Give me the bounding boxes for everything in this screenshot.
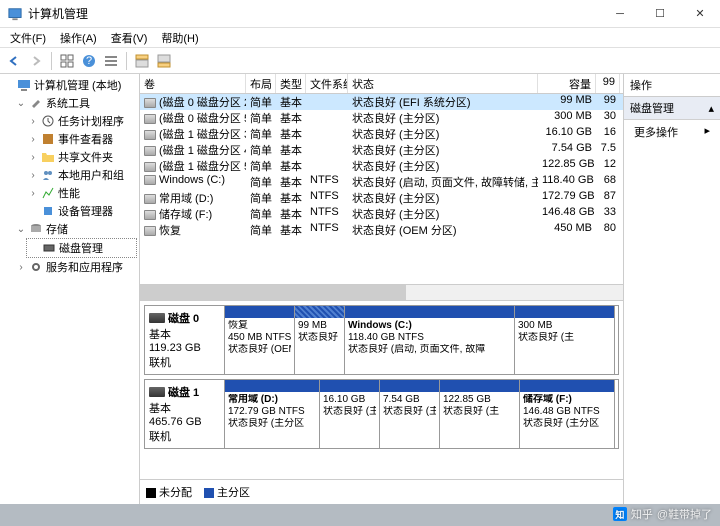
menu-help[interactable]: 帮助(H) [155,28,204,48]
table-row[interactable]: 储存域 (F:)简单基本NTFS状态良好 (主分区)146.48 GB33 [140,206,623,222]
actions-section[interactable]: 磁盘管理▴ [624,97,720,120]
tree-storage[interactable]: ⌄存储 [14,220,137,238]
folder-icon [41,150,55,164]
legend: 未分配 主分区 [140,479,623,504]
event-icon [41,132,55,146]
zhihu-icon: 知 [613,507,627,521]
primary-swatch [204,488,214,498]
chevron-up-icon: ▴ [708,102,714,115]
computer-icon [17,78,31,92]
chevron-right-icon: ▸ [704,124,710,137]
users-icon [41,168,55,182]
table-row[interactable]: Windows (C:)简单基本NTFS状态良好 (启动, 页面文件, 故障转储… [140,174,623,190]
partition[interactable]: Windows (C:)118.40 GB NTFS状态良好 (启动, 页面文件… [345,306,515,374]
col-capacity[interactable]: 容量 [538,74,596,93]
col-free[interactable]: 99 [596,74,620,93]
tree-services[interactable]: ›服务和应用程序 [14,258,137,276]
tree-systools[interactable]: ⌄系统工具 [14,94,137,112]
disk-row[interactable]: 磁盘 0基本119.23 GB联机恢复450 MB NTFS状态良好 (OEM9… [144,305,619,375]
wrench-icon [29,96,43,110]
partition[interactable]: 16.10 GB状态良好 (主 [320,380,380,448]
minimize-button[interactable]: ─ [600,0,640,28]
clock-icon [41,114,55,128]
tree-performance[interactable]: ›性能 [26,184,137,202]
tree-root[interactable]: 计算机管理 (本地) [2,76,137,94]
actions-header: 操作 [624,74,720,97]
table-row[interactable]: (磁盘 0 磁盘分区 5)简单基本状态良好 (主分区)300 MB30 [140,110,623,126]
partition[interactable]: 122.85 GB状态良好 (主 [440,380,520,448]
back-button[interactable] [4,51,24,71]
menu-view[interactable]: 查看(V) [105,28,154,48]
table-row[interactable]: (磁盘 1 磁盘分区 5)简单基本状态良好 (主分区)122.85 GB12 [140,158,623,174]
navigation-tree[interactable]: 计算机管理 (本地) ⌄系统工具 ›任务计划程序 ›事件查看器 ›共享文件夹 ›… [0,74,140,504]
col-volume[interactable]: 卷 [140,74,246,93]
help-icon[interactable]: ? [79,51,99,71]
view-icon[interactable] [57,51,77,71]
table-row[interactable]: 常用域 (D:)简单基本NTFS状态良好 (主分区)172.79 GB87 [140,190,623,206]
partition[interactable]: 恢复450 MB NTFS状态良好 (OEM [225,306,295,374]
disk-icon [42,241,56,255]
horizontal-scrollbar[interactable] [140,284,623,300]
storage-icon [29,222,43,236]
tree-diskmgmt[interactable]: 磁盘管理 [26,238,137,258]
tree-taskscheduler[interactable]: ›任务计划程序 [26,112,137,130]
svg-text:?: ? [86,55,92,67]
menu-file[interactable]: 文件(F) [4,28,52,48]
forward-button[interactable] [26,51,46,71]
tree-eventviewer[interactable]: ›事件查看器 [26,130,137,148]
table-row[interactable]: (磁盘 0 磁盘分区 2)简单基本状态良好 (EFI 系统分区)99 MB99 [140,94,623,110]
partition[interactable]: 7.54 GB状态良好 (主 [380,380,440,448]
disk-icon [149,313,165,323]
disk-row[interactable]: 磁盘 1基本465.76 GB联机常用域 (D:)172.79 GB NTFS状… [144,379,619,449]
tree-localusers[interactable]: ›本地用户和组 [26,166,137,184]
partition[interactable]: 常用域 (D:)172.79 GB NTFS状态良好 (主分区 [225,380,320,448]
col-status[interactable]: 状态 [348,74,538,93]
gear-icon [29,260,43,274]
bottom-view-icon[interactable] [154,51,174,71]
maximize-button[interactable]: ☐ [640,0,680,28]
partition[interactable]: 99 MB状态良好 ( [295,306,345,374]
watermark: 知 知乎 @鞋带掉了 [613,506,712,522]
device-icon [41,204,55,218]
window-title: 计算机管理 [28,5,600,22]
table-row[interactable]: 恢复简单基本NTFS状态良好 (OEM 分区)450 MB80 [140,222,623,238]
close-button[interactable]: ✕ [680,0,720,28]
col-layout[interactable]: 布局 [246,74,276,93]
computer-management-icon [8,7,22,21]
menu-action[interactable]: 操作(A) [54,28,103,48]
unallocated-swatch [146,488,156,498]
table-row[interactable]: (磁盘 1 磁盘分区 3)简单基本状态良好 (主分区)16.10 GB16 [140,126,623,142]
col-type[interactable]: 类型 [276,74,306,93]
list-icon[interactable] [101,51,121,71]
col-fs[interactable]: 文件系统 [306,74,348,93]
tree-sharedfolders[interactable]: ›共享文件夹 [26,148,137,166]
partition[interactable]: 储存域 (F:)146.48 GB NTFS状态良好 (主分区 [520,380,615,448]
partition[interactable]: 300 MB状态良好 (主 [515,306,615,374]
disk-icon [149,387,165,397]
table-row[interactable]: (磁盘 1 磁盘分区 4)简单基本状态良好 (主分区)7.54 GB7.5 [140,142,623,158]
actions-more[interactable]: 更多操作 ▸ [624,120,720,144]
performance-icon [41,186,55,200]
tree-devicemgr[interactable]: 设备管理器 [26,202,137,220]
disk-graphical-view[interactable]: 磁盘 0基本119.23 GB联机恢复450 MB NTFS状态良好 (OEM9… [140,300,623,479]
top-view-icon[interactable] [132,51,152,71]
volume-list[interactable]: 卷 布局 类型 文件系统 状态 容量 99 (磁盘 0 磁盘分区 2)简单基本状… [140,74,623,284]
